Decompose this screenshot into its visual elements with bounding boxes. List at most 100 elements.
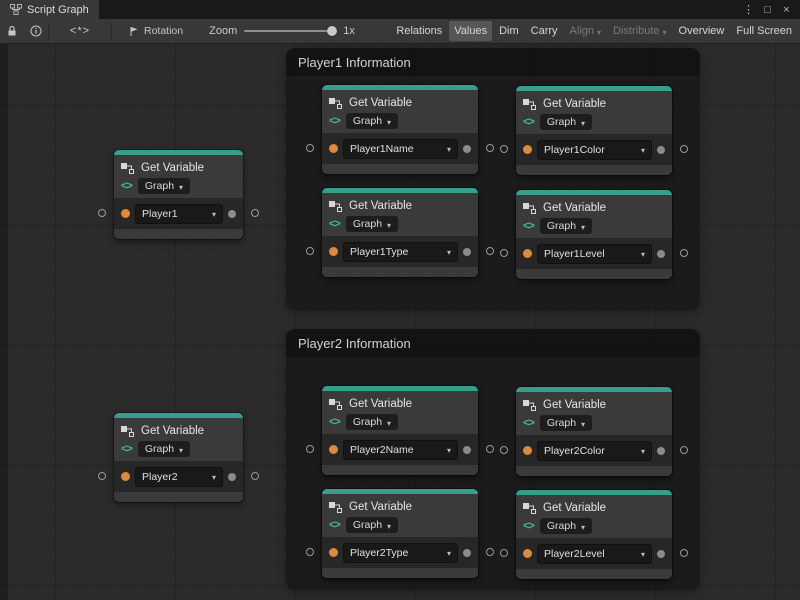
scope-label: Graph [547, 417, 576, 429]
scope-dropdown[interactable]: Graph▾ [540, 114, 592, 130]
variable-dropdown[interactable]: Player1Name▾ [343, 139, 458, 159]
node-get-variable-player2type[interactable]: Get Variable<>Graph▾Player2Type▾ [322, 489, 478, 578]
get-variable-unit-icon [121, 425, 135, 437]
input-port-dot[interactable] [523, 446, 532, 455]
output-port[interactable] [486, 144, 494, 152]
toolbar-button-values[interactable]: Values [449, 21, 492, 41]
output-port[interactable] [486, 445, 494, 453]
input-port[interactable] [306, 445, 314, 453]
input-port-dot[interactable] [523, 145, 532, 154]
chevron-down-icon: ▾ [387, 419, 391, 428]
node-footer [516, 466, 672, 476]
input-port[interactable] [500, 446, 508, 454]
scope-dropdown[interactable]: Graph▾ [540, 415, 592, 431]
info-button[interactable] [24, 19, 48, 44]
scope-dropdown[interactable]: Graph▾ [540, 218, 592, 234]
input-port-dot[interactable] [329, 247, 338, 256]
variable-name: Player2 [142, 471, 178, 483]
input-port-dot[interactable] [121, 472, 130, 481]
scope-label: Graph [145, 180, 174, 192]
scope-dropdown[interactable]: Graph▾ [346, 113, 398, 129]
output-port[interactable] [251, 472, 259, 480]
output-port[interactable] [680, 249, 688, 257]
scope-dropdown[interactable]: Graph▾ [346, 414, 398, 430]
node-get-variable-player2level[interactable]: Get Variable<>Graph▾Player2Level▾ [516, 490, 672, 579]
node-get-variable-player2[interactable]: Get Variable<>Graph▾Player2▾ [114, 413, 243, 502]
variable-dropdown[interactable]: Player1▾ [135, 204, 223, 224]
input-port[interactable] [500, 145, 508, 153]
input-port[interactable] [500, 249, 508, 257]
variable-dropdown[interactable]: Player2Name▾ [343, 440, 458, 460]
scope-dropdown[interactable]: Graph▾ [346, 216, 398, 232]
node-get-variable-player1[interactable]: Get Variable<>Graph▾Player1▾ [114, 150, 243, 239]
output-port[interactable] [680, 446, 688, 454]
zoom-slider[interactable] [244, 30, 336, 32]
variable-dropdown[interactable]: Player1Color▾ [537, 140, 652, 160]
window-menu-icon[interactable]: ⋮ [741, 3, 756, 16]
get-variable-unit-icon [121, 162, 135, 174]
window-controls: ⋮ □ × [741, 0, 800, 19]
variable-name: Player2Name [350, 444, 414, 456]
output-port[interactable] [251, 209, 259, 217]
graph-kind-icon: <> [121, 443, 132, 455]
input-port-dot[interactable] [329, 445, 338, 454]
input-port-dot[interactable] [523, 249, 532, 258]
toolbar-button-dim[interactable]: Dim [494, 21, 524, 41]
chevron-down-icon: ▾ [447, 248, 451, 257]
tab-script-graph[interactable]: Script Graph [0, 0, 99, 19]
input-port-dot[interactable] [329, 548, 338, 557]
input-port-dot[interactable] [523, 549, 532, 558]
input-port[interactable] [306, 548, 314, 556]
variable-dropdown[interactable]: Player2Color▾ [537, 441, 652, 461]
edit-graph-button[interactable]: <*> [49, 19, 111, 44]
variable-dropdown[interactable]: Player1Level▾ [537, 244, 652, 264]
close-icon[interactable]: × [779, 4, 794, 16]
toolbar-button-distribute[interactable]: Distribute▾ [608, 21, 671, 41]
output-port[interactable] [680, 549, 688, 557]
variable-name: Player1Level [544, 248, 605, 260]
get-variable-unit-icon [523, 98, 537, 110]
graph-canvas[interactable]: Player1 InformationPlayer2 InformationGe… [0, 44, 800, 600]
node-get-variable-player2color[interactable]: Get Variable<>Graph▾Player2Color▾ [516, 387, 672, 476]
value-indicator-dot [657, 250, 665, 258]
toolbar-button-full-screen[interactable]: Full Screen [731, 21, 797, 41]
lock-button[interactable] [0, 19, 24, 44]
scope-dropdown[interactable]: Graph▾ [346, 517, 398, 533]
zoom-slider-knob[interactable] [327, 26, 337, 36]
toolbar-button-carry[interactable]: Carry [526, 21, 563, 41]
variable-dropdown[interactable]: Player2Level▾ [537, 544, 652, 564]
scope-dropdown[interactable]: Graph▾ [138, 441, 190, 457]
node-get-variable-player1level[interactable]: Get Variable<>Graph▾Player1Level▾ [516, 190, 672, 279]
group-title: Player2 Information [286, 329, 700, 357]
node-get-variable-player1color[interactable]: Get Variable<>Graph▾Player1Color▾ [516, 86, 672, 175]
variable-dropdown[interactable]: Player2 ▾ [135, 467, 223, 487]
toolbar-button-align[interactable]: Align▾ [565, 21, 606, 41]
variable-dropdown[interactable]: Player1Type▾ [343, 242, 458, 262]
toolbar-button-relations[interactable]: Relations [391, 21, 447, 41]
node-get-variable-player1type[interactable]: Get Variable<>Graph▾Player1Type▾ [322, 188, 478, 277]
toolbar-button-overview[interactable]: Overview [674, 21, 730, 41]
chevron-down-icon: ▾ [212, 473, 216, 482]
input-port[interactable] [98, 209, 106, 217]
value-indicator-dot [228, 210, 236, 218]
node-header: Get Variable [516, 495, 672, 516]
chevron-down-icon: ▾ [581, 119, 585, 128]
node-get-variable-player1name[interactable]: Get Variable<>Graph▾Player1Name▾ [322, 85, 478, 174]
output-port[interactable] [486, 247, 494, 255]
input-port-dot[interactable] [121, 209, 130, 218]
scope-dropdown[interactable]: Graph▾ [138, 178, 190, 194]
rotation-control[interactable]: Rotation [128, 25, 183, 37]
input-port-dot[interactable] [329, 144, 338, 153]
input-port[interactable] [98, 472, 106, 480]
maximize-icon[interactable]: □ [760, 4, 775, 16]
input-port[interactable] [306, 144, 314, 152]
node-get-variable-player2name[interactable]: Get Variable<>Graph▾Player2Name▾ [322, 386, 478, 475]
variable-dropdown[interactable]: Player2Type▾ [343, 543, 458, 563]
output-port[interactable] [680, 145, 688, 153]
input-port[interactable] [306, 247, 314, 255]
input-port[interactable] [500, 549, 508, 557]
value-indicator-dot [228, 473, 236, 481]
scope-dropdown[interactable]: Graph▾ [540, 518, 592, 534]
output-port[interactable] [486, 548, 494, 556]
node-header: Get Variable [516, 91, 672, 112]
